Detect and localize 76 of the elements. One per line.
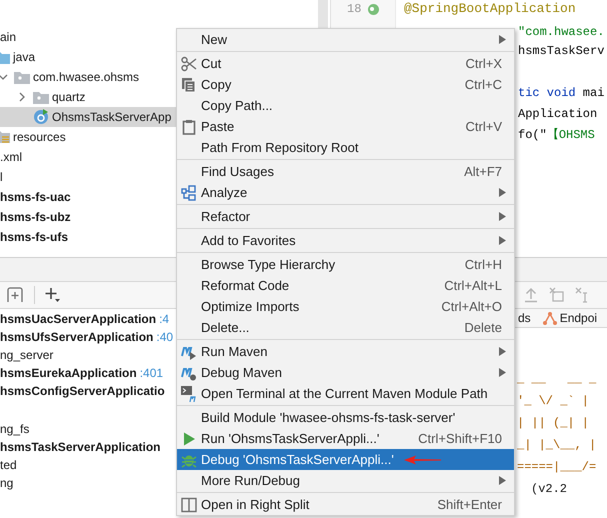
line-number: 18 xyxy=(347,1,362,18)
menu-item[interactable]: Open Terminal at the Current Maven Module Path xyxy=(177,383,514,404)
menu-item[interactable]: Debug Maven xyxy=(177,362,514,383)
submenu-arrow-icon xyxy=(499,368,506,377)
terminal-icon xyxy=(181,386,197,402)
submenu-arrow-icon xyxy=(499,476,506,485)
service-name[interactable]: ted xyxy=(0,456,17,474)
split-icon xyxy=(181,496,197,512)
menu-item[interactable]: Analyze xyxy=(177,182,514,203)
menu-item[interactable]: Find Usages Alt+F7 xyxy=(177,161,514,182)
copy-icon xyxy=(181,76,197,92)
analyze-icon xyxy=(181,184,197,200)
console-line: =====|___/= xyxy=(516,459,598,476)
code-text: "com.hwasee. xyxy=(518,25,604,39)
endpoints-icon xyxy=(542,311,557,325)
service-name[interactable]: ng_fs xyxy=(0,420,30,438)
remove-frame-icon[interactable] xyxy=(549,287,565,303)
menu-item[interactable]: Add to Favorites xyxy=(177,230,514,251)
port-label: :401 xyxy=(140,365,164,382)
console-line: (v2.2 xyxy=(530,481,568,498)
scissors-icon xyxy=(181,56,197,72)
code-text: hsmsTaskServ xyxy=(518,44,604,58)
bean-icon[interactable] xyxy=(367,2,380,16)
submenu-arrow-icon xyxy=(499,347,506,356)
service-name[interactable]: hsmsTaskServerApplication xyxy=(0,438,161,456)
menu-item[interactable]: Optimize Imports Ctrl+Alt+O xyxy=(177,296,514,317)
add-frame-icon[interactable] xyxy=(6,287,24,303)
service-name[interactable]: ng_server xyxy=(0,346,54,364)
menu-item[interactable]: More Run/Debug xyxy=(177,470,514,491)
arrow-icon xyxy=(404,455,442,465)
service-name[interactable]: hsmsUfsServerApplication xyxy=(0,328,154,346)
console-line: _| |_\__, | xyxy=(516,437,598,454)
package-icon xyxy=(33,90,49,104)
code-text: fo(" xyxy=(518,128,547,142)
upload-icon[interactable] xyxy=(523,287,539,303)
port-label: :4 xyxy=(159,311,170,328)
chevron-right-icon[interactable] xyxy=(17,92,27,102)
service-name[interactable]: ng xyxy=(0,474,14,492)
code-text: @SpringBootApplication xyxy=(404,1,576,16)
service-name[interactable]: hsmsConfigServerApplicatio xyxy=(0,382,165,400)
console-tab[interactable]: ds xyxy=(518,309,531,327)
submenu-arrow-icon xyxy=(499,188,506,197)
scrollbar[interactable] xyxy=(318,0,328,28)
submenu-arrow-icon xyxy=(499,35,506,44)
chevron-down-icon[interactable] xyxy=(0,72,8,82)
class-icon xyxy=(33,109,49,125)
service-name[interactable]: hsmsUacServerApplication xyxy=(0,310,156,328)
menu-item[interactable]: Open in Right Split Shift+Enter xyxy=(177,494,514,515)
menu-item[interactable]: Refactor xyxy=(177,206,514,227)
menu-item[interactable]: Run Maven xyxy=(177,341,514,362)
menu-item[interactable]: Run 'OhsmsTaskServerAppli...' Ctrl+Shift+F10 xyxy=(177,428,514,449)
add-icon[interactable] xyxy=(45,287,61,303)
menu-item[interactable]: Browse Type Hierarchy Ctrl+H xyxy=(177,254,514,275)
submenu-arrow-icon xyxy=(499,212,506,221)
menu-item[interactable]: New xyxy=(177,29,514,50)
console-line: _ __ __ _ xyxy=(516,371,598,388)
code-text: mai xyxy=(582,86,604,100)
port-label: :40 xyxy=(156,329,174,346)
package-icon xyxy=(14,70,30,84)
play-icon xyxy=(181,430,197,446)
submenu-arrow-icon xyxy=(499,236,506,245)
menu-item[interactable]: Cut Ctrl+X xyxy=(177,53,514,74)
console-line: '_ \/ _` | xyxy=(516,393,590,410)
menu-item[interactable]: Build Module 'hwasee-ohsms-fs-task-server' xyxy=(177,407,514,428)
code-text: 【OHSMS xyxy=(546,128,595,142)
menu-item[interactable]: Debug 'OhsmsTaskServerAppli...' xyxy=(177,449,514,470)
code-text: Application xyxy=(518,107,598,121)
menu-item[interactable]: Delete... Delete xyxy=(177,317,514,338)
console-tab[interactable]: Endpoi xyxy=(542,309,598,327)
console-line: | || (_| | xyxy=(516,415,590,432)
code-text: tic void xyxy=(518,86,576,100)
menu-item[interactable]: Reformat Code Ctrl+Alt+L xyxy=(177,275,514,296)
clipboard-icon xyxy=(181,118,197,134)
menu-item[interactable]: Path From Repository Root xyxy=(177,137,514,158)
service-name[interactable]: hsmsEurekaApplication xyxy=(0,364,137,382)
menu-item[interactable]: Copy Ctrl+C xyxy=(177,74,514,95)
